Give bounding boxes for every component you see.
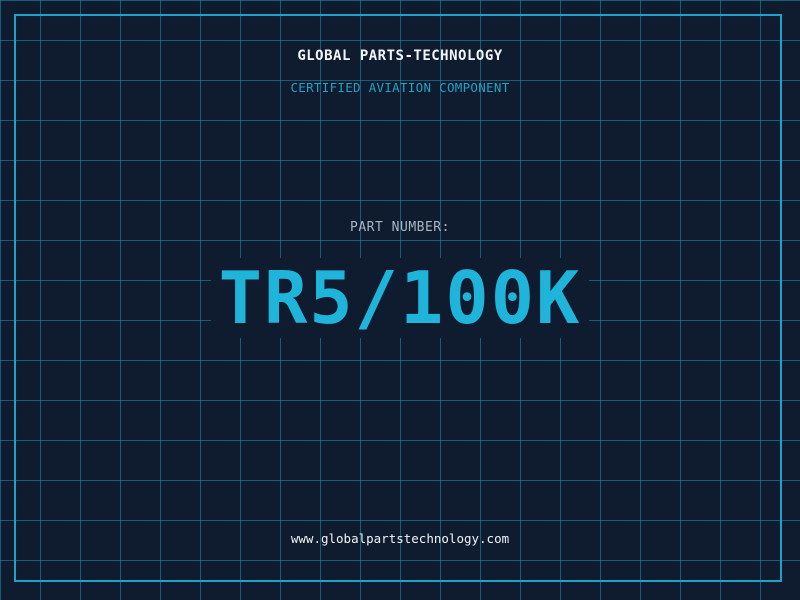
company-name: GLOBAL PARTS-TECHNOLOGY xyxy=(297,48,503,64)
certification-subtitle: CERTIFIED AVIATION COMPONENT xyxy=(290,80,510,95)
website-url: www.globalpartstechnology.com xyxy=(290,531,510,546)
part-number-label: PART NUMBER: xyxy=(350,220,450,235)
part-number-container: TR5/100K xyxy=(0,258,800,338)
part-number-value: TR5/100K xyxy=(210,258,590,338)
label-canvas: GLOBAL PARTS-TECHNOLOGY CERTIFIED AVIATI… xyxy=(0,0,800,600)
